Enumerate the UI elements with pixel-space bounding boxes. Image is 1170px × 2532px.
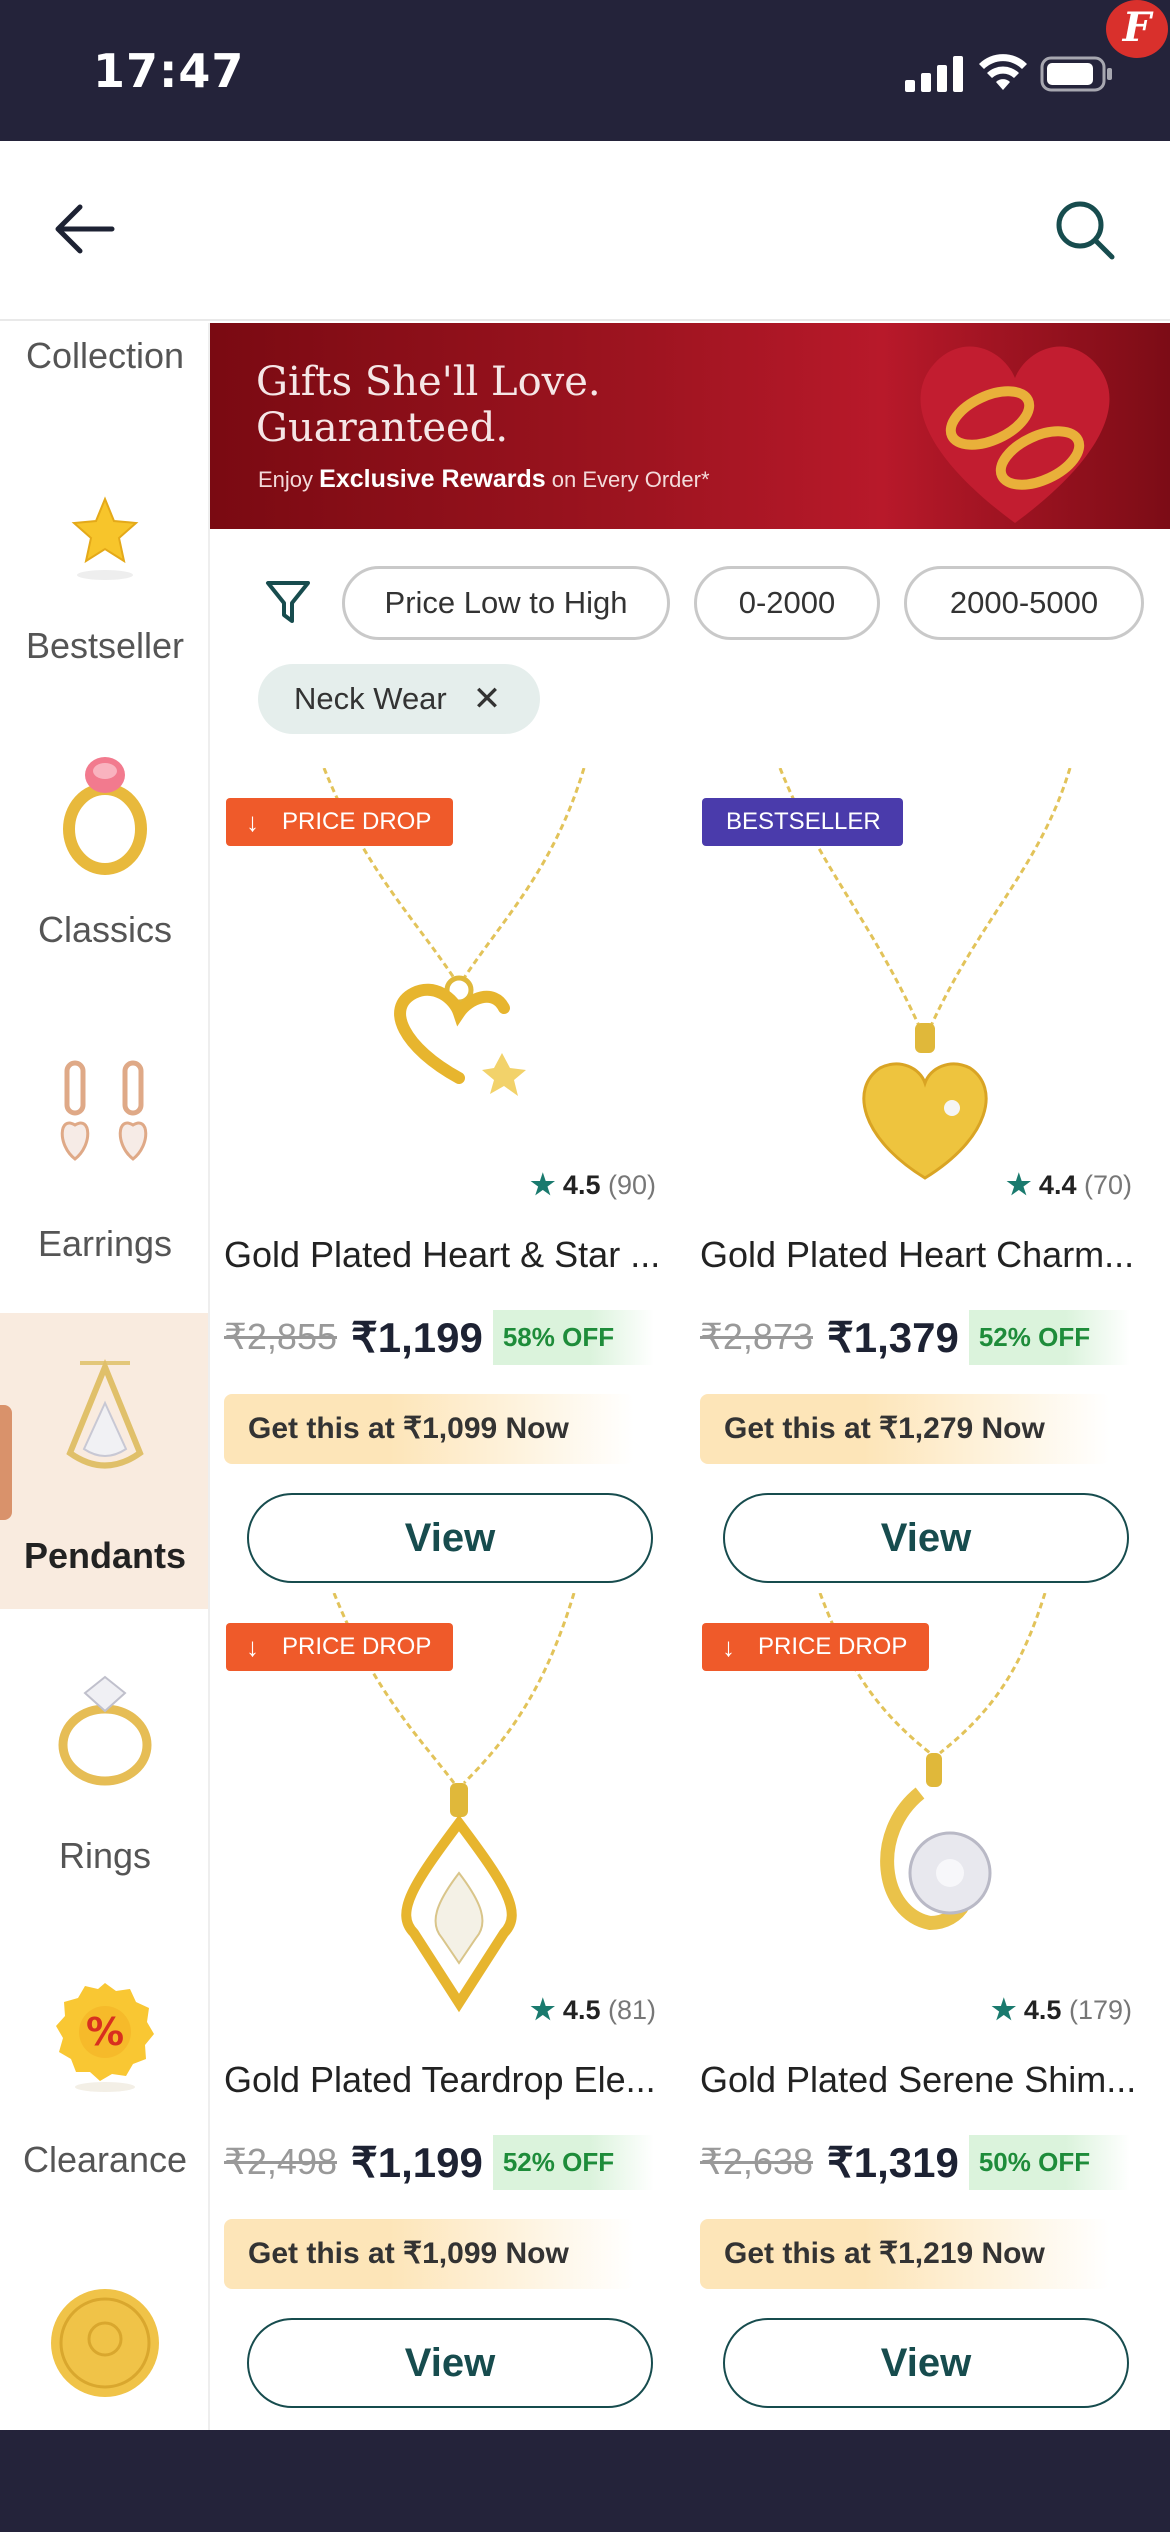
close-icon[interactable]: ✕ [473,679,502,719]
sidebar-item-label: Collection [25,335,185,376]
price-drop-badge: ↓ PRICE DROP [226,1623,454,1671]
sidebar-item-label: Rings [58,1835,152,1876]
home-indicator-bar [0,2430,1170,2532]
sidebar-item-earrings[interactable]: Earrings [0,1043,208,1323]
banner-title: Gifts She'll Love. Guaranteed. [256,359,601,451]
status-bar: 17:47 F [0,0,1170,141]
offer-banner: Get this at ₹1,219 Now [700,2219,1110,2289]
view-button[interactable]: View [247,2318,653,2408]
sidebar-item-label: Bestseller [25,625,185,666]
discount-label: 52% OFF [492,2134,655,2190]
view-button[interactable]: View [247,1493,653,1583]
star-icon: ★ [991,1994,1017,2025]
search-icon[interactable] [1052,197,1118,263]
sale-price: ₹1,199 [351,1313,483,1361]
top-header [0,141,1170,321]
sidebar-item-label: Clearance [22,2139,188,2180]
ring-icon [63,757,147,875]
discount-label: 50% OFF [968,2134,1131,2190]
offer-banner: Get this at ₹1,099 Now [224,2219,634,2289]
sidebar-item-label: Classics [37,909,172,950]
price-row: ₹2,855 ₹1,199 58% OFF [224,1306,655,1368]
sidebar-item-clearance[interactable]: % Clearance [0,1963,208,2223]
pendant-icon [66,1359,144,1469]
price-row: ₹2,873 ₹1,379 52% OFF [700,1306,1131,1368]
product-rating: ★ 4.5 (90) [530,1169,656,1200]
sidebar-item-coin[interactable] [0,2273,208,2430]
sidebar-item-collection[interactable]: Collection [0,323,208,423]
product-card[interactable]: ↓ PRICE DROP ★ 4.5 (90) Gold Plated Heart… [214,768,684,1593]
sale-price: ₹1,379 [827,1313,959,1361]
gold-coin-icon [51,2289,159,2397]
chip-price-2000-5000[interactable]: 2000-5000 [904,566,1144,640]
chip-price-0-2000[interactable]: 0-2000 [694,566,880,640]
banner-subtitle: Enjoy Exclusive Rewards on Every Order* [258,465,710,493]
product-name[interactable]: Gold Plated Heart Charm... [700,1234,1160,1276]
star-icon: ★ [530,1169,556,1200]
applied-filter-chip[interactable]: Neck Wear ✕ [258,664,540,734]
product-name[interactable]: Gold Plated Serene Shim... [700,2059,1160,2101]
arrow-down-icon: ↓ [246,1632,259,1662]
sale-price: ₹1,319 [827,2138,959,2186]
discount-label: 52% OFF [968,1309,1131,1365]
sidebar-item-label: Pendants [23,1535,187,1576]
arrow-down-icon: ↓ [246,807,259,837]
sidebar-item-bestseller[interactable]: Bestseller [0,443,208,683]
active-indicator [0,1405,12,1520]
product-rating: ★ 4.5 (81) [530,1994,656,2025]
earrings-icon [60,1060,148,1161]
offer-banner: Get this at ₹1,279 Now [700,1394,1110,1464]
original-price: ₹2,855 [224,1316,337,1357]
product-card[interactable]: ↓ PRICE DROP ★ 4.5 (81) Gold Plated Teard… [214,1593,684,2418]
bestseller-badge: BESTSELLER [702,798,903,846]
svg-text:%: % [86,2010,124,2054]
discount-label: 58% OFF [492,1309,655,1365]
category-sidebar: Collection Bestseller Classics Earrings [0,323,210,2430]
battery-icon [1040,56,1112,92]
product-card[interactable]: ↓ PRICE DROP ★ 4.5 (179) Gold Plated Sere… [690,1593,1160,2418]
back-arrow-icon[interactable] [50,199,116,259]
price-drop-badge: ↓ PRICE DROP [226,798,454,846]
star-icon: ★ [530,1994,556,2025]
star-icon [71,496,139,580]
app-overlay-avatar[interactable]: F [1106,0,1168,58]
product-name[interactable]: Gold Plated Heart & Star ... [224,1234,684,1276]
filter-icon[interactable] [262,575,314,627]
sidebar-item-classics[interactable]: Classics [0,723,208,1013]
sale-price: ₹1,199 [351,2138,483,2186]
sidebar-item-label: Earrings [37,1223,173,1264]
price-row: ₹2,638 ₹1,319 50% OFF [700,2131,1131,2193]
original-price: ₹2,498 [224,2141,337,2182]
price-row: ₹2,498 ₹1,199 52% OFF [224,2131,655,2193]
signal-icon [905,56,963,92]
offer-banner: Get this at ₹1,099 Now [224,1394,634,1464]
arrow-down-icon: ↓ [722,1632,735,1662]
star-icon: ★ [1006,1169,1032,1200]
original-price: ₹2,873 [700,1316,813,1357]
promo-banner[interactable]: Gifts She'll Love. Guaranteed. Enjoy Exc… [210,323,1170,529]
view-button[interactable]: View [723,1493,1129,1583]
original-price: ₹2,638 [700,2141,813,2182]
product-rating: ★ 4.5 (179) [991,1994,1132,2025]
product-rating: ★ 4.4 (70) [1006,1169,1132,1200]
wifi-icon [979,54,1027,90]
discount-badge-icon: % [56,1983,154,2092]
clock-time: 17:47 [93,44,245,98]
rings-heart-image [920,346,1110,523]
sidebar-item-pendants[interactable]: Pendants [0,1313,208,1609]
product-name[interactable]: Gold Plated Teardrop Ele... [224,2059,684,2101]
sidebar-item-rings[interactable]: Rings [0,1643,208,1913]
chip-sort-price[interactable]: Price Low to High [342,566,670,640]
applied-filter-label: Neck Wear [294,681,447,716]
price-drop-badge: ↓ PRICE DROP [702,1623,930,1671]
view-button[interactable]: View [723,2318,1129,2408]
ring-icon [58,1675,152,1786]
product-card[interactable]: BESTSELLER ★ 4.4 (70) Gold Plated Heart … [690,768,1160,1593]
